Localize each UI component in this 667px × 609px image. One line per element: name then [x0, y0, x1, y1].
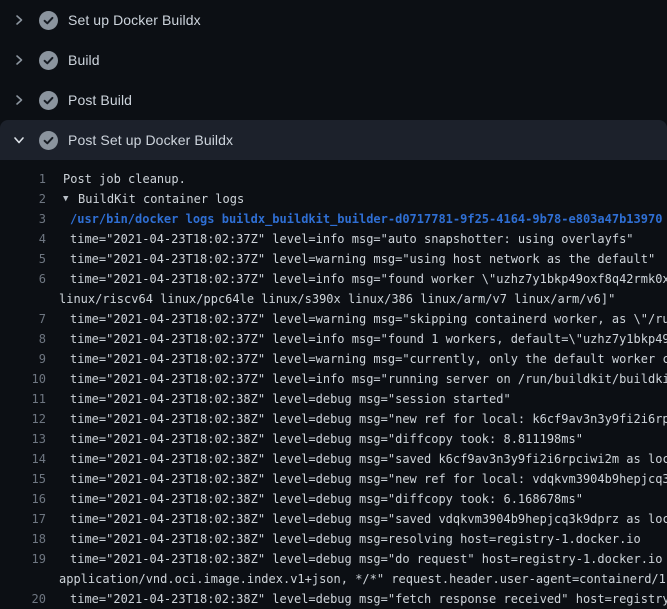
log-line-number[interactable]: 4	[0, 229, 46, 249]
log-line-number[interactable]	[0, 569, 46, 589]
log-line: 1 Post job cleanup.	[0, 169, 667, 189]
log-line-text: Post job cleanup.	[46, 169, 186, 189]
log-line-number[interactable]: 5	[0, 249, 46, 269]
log-line-number[interactable]: 10	[0, 369, 46, 389]
step-label: Build	[68, 52, 100, 68]
log-line-text: application/vnd.oci.image.index.v1+json,…	[46, 569, 667, 589]
step-row-post-build[interactable]: Post Build	[0, 80, 667, 120]
step-label: Set up Docker Buildx	[68, 12, 201, 28]
chevron-icon[interactable]	[13, 134, 25, 146]
log-line: 10 time="2021-04-23T18:02:37Z" level=inf…	[0, 369, 667, 389]
check-circle-icon	[39, 131, 58, 150]
log-line-number[interactable]: 2	[0, 189, 46, 209]
log-viewer: 1 Post job cleanup. 2 ▼ BuildKit contain…	[0, 160, 667, 609]
log-line-text: time="2021-04-23T18:02:38Z" level=debug …	[46, 469, 667, 489]
log-line: linux/riscv64 linux/ppc64le linux/s390x …	[0, 289, 667, 309]
step-label: Post Set up Docker Buildx	[68, 132, 233, 148]
log-line-number[interactable]: 18	[0, 529, 46, 549]
log-line: 5 time="2021-04-23T18:02:37Z" level=warn…	[0, 249, 667, 269]
log-line-number[interactable]: 7	[0, 309, 46, 329]
log-line-text: time="2021-04-23T18:02:38Z" level=debug …	[46, 409, 667, 429]
steps-list: Set up Docker Buildx Build	[0, 0, 667, 160]
log-line-number[interactable]: 12	[0, 409, 46, 429]
log-line-text: time="2021-04-23T18:02:38Z" level=debug …	[46, 589, 667, 609]
log-line: 6 time="2021-04-23T18:02:37Z" level=info…	[0, 269, 667, 289]
log-line-number[interactable]: 19	[0, 549, 46, 569]
chevron-icon[interactable]	[13, 54, 25, 66]
log-line-text: time="2021-04-23T18:02:37Z" level=info m…	[46, 269, 667, 289]
step-row-post-set-up-docker-buildx[interactable]: Post Set up Docker Buildx	[0, 120, 667, 160]
chevron-right-icon	[14, 14, 24, 26]
check-circle-icon	[39, 51, 58, 70]
log-line: 15 time="2021-04-23T18:02:38Z" level=deb…	[0, 469, 667, 489]
log-line: 18 time="2021-04-23T18:02:38Z" level=deb…	[0, 529, 667, 549]
chevron-right-icon	[14, 94, 24, 106]
log-line-text: time="2021-04-23T18:02:38Z" level=debug …	[46, 509, 667, 529]
log-line-number[interactable]: 8	[0, 329, 46, 349]
log-line-number[interactable]: 11	[0, 389, 46, 409]
log-line-text: time="2021-04-23T18:02:38Z" level=debug …	[46, 529, 641, 549]
log-line: 14 time="2021-04-23T18:02:38Z" level=deb…	[0, 449, 667, 469]
log-line: 20 time="2021-04-23T18:02:38Z" level=deb…	[0, 589, 667, 609]
log-line: 7 time="2021-04-23T18:02:37Z" level=warn…	[0, 309, 667, 329]
log-line-number[interactable]: 17	[0, 509, 46, 529]
chevron-right-icon	[14, 54, 24, 66]
check-circle-icon	[39, 11, 58, 30]
log-line: 12 time="2021-04-23T18:02:38Z" level=deb…	[0, 409, 667, 429]
step-label: Post Build	[68, 92, 132, 108]
log-line-text: time="2021-04-23T18:02:38Z" level=debug …	[46, 389, 511, 409]
log-line: 13 time="2021-04-23T18:02:38Z" level=deb…	[0, 429, 667, 449]
log-line-text: time="2021-04-23T18:02:37Z" level=warnin…	[46, 309, 667, 329]
check-circle-icon	[39, 91, 58, 110]
log-line-number[interactable]: 15	[0, 469, 46, 489]
log-line-number[interactable]: 14	[0, 449, 46, 469]
log-line: application/vnd.oci.image.index.v1+json,…	[0, 569, 667, 589]
log-line-number[interactable]: 6	[0, 269, 46, 289]
log-line-number[interactable]: 1	[0, 169, 46, 189]
log-line-number[interactable]: 3	[0, 209, 46, 229]
chevron-down-icon	[13, 135, 25, 145]
log-line-text: time="2021-04-23T18:02:38Z" level=debug …	[46, 489, 583, 509]
log-line: 16 time="2021-04-23T18:02:38Z" level=deb…	[0, 489, 667, 509]
log-line: 11 time="2021-04-23T18:02:38Z" level=deb…	[0, 389, 667, 409]
log-line: 2 ▼ BuildKit container logs	[0, 189, 667, 209]
log-line-text: /usr/bin/docker logs buildx_buildkit_bui…	[46, 209, 662, 229]
log-line: 4 time="2021-04-23T18:02:37Z" level=info…	[0, 229, 667, 249]
log-line: 8 time="2021-04-23T18:02:37Z" level=info…	[0, 329, 667, 349]
log-line-number[interactable]: 13	[0, 429, 46, 449]
log-line-number[interactable]: 16	[0, 489, 46, 509]
log-line-text: time="2021-04-23T18:02:37Z" level=warnin…	[46, 349, 667, 369]
chevron-icon[interactable]	[13, 14, 25, 26]
step-row-set-up-docker-buildx[interactable]: Set up Docker Buildx	[0, 0, 667, 40]
log-line-number[interactable]: 9	[0, 349, 46, 369]
log-line-text: time="2021-04-23T18:02:37Z" level=info m…	[46, 329, 667, 349]
log-line-text: time="2021-04-23T18:02:38Z" level=debug …	[46, 449, 667, 469]
log-line-text: time="2021-04-23T18:02:37Z" level=warnin…	[46, 249, 655, 269]
log-line-number[interactable]	[0, 289, 46, 309]
group-collapse-triangle-icon[interactable]: ▼	[46, 189, 78, 209]
log-line-text: linux/riscv64 linux/ppc64le linux/s390x …	[46, 289, 615, 309]
log-line-text: BuildKit container logs	[78, 189, 244, 209]
log-line-text: time="2021-04-23T18:02:38Z" level=debug …	[46, 429, 583, 449]
log-line-text: time="2021-04-23T18:02:37Z" level=info m…	[46, 229, 634, 249]
log-line: 19 time="2021-04-23T18:02:38Z" level=deb…	[0, 549, 667, 569]
log-line: 9 time="2021-04-23T18:02:37Z" level=warn…	[0, 349, 667, 369]
chevron-icon[interactable]	[13, 94, 25, 106]
log-line-number[interactable]: 20	[0, 589, 46, 609]
log-line-text: time="2021-04-23T18:02:37Z" level=info m…	[46, 369, 667, 389]
log-line: 3 /usr/bin/docker logs buildx_buildkit_b…	[0, 209, 667, 229]
log-line: 17 time="2021-04-23T18:02:38Z" level=deb…	[0, 509, 667, 529]
step-row-build[interactable]: Build	[0, 40, 667, 80]
log-line-text: time="2021-04-23T18:02:38Z" level=debug …	[46, 549, 667, 569]
